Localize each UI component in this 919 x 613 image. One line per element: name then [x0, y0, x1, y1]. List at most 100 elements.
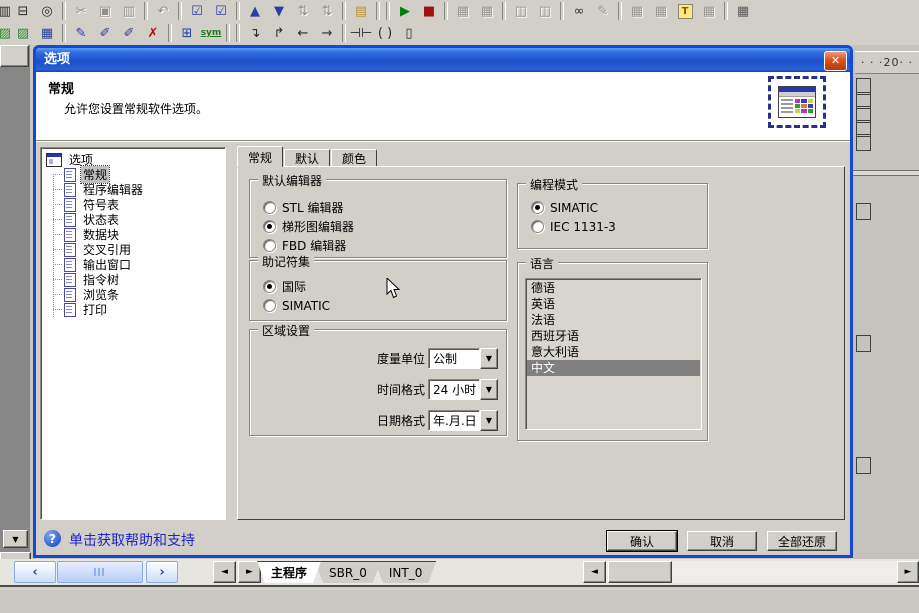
- tree-item-data-block[interactable]: 数据块: [43, 227, 223, 242]
- chart-status-icon[interactable]: ◫: [509, 1, 533, 21]
- compile-all-icon[interactable]: ☑: [209, 1, 233, 21]
- address-filter-icon[interactable]: ⊞: [175, 23, 199, 43]
- table-read-icon[interactable]: ▦: [625, 1, 649, 21]
- combo-dropdown-button[interactable]: ▼: [480, 379, 498, 400]
- partial-green-grid-icon[interactable]: ▨: [0, 23, 11, 43]
- table-force-icon[interactable]: ▦: [697, 1, 721, 21]
- language-listbox[interactable]: 德语 英语 法语 西班牙语 意大利语 中文: [525, 278, 702, 430]
- table-write-icon[interactable]: ▦: [649, 1, 673, 21]
- toolbar: ▥⊟◎✂▣▥↶☑☑▲▼⇅⇅▤▶■▦▦◫◫∞✎▦▦T▦▦ ▨▨▦✎✐✐✗⊞sym↴…: [0, 0, 919, 45]
- radio-stl-editor[interactable]: STL 编辑器: [263, 198, 506, 217]
- combo-dropdown-button[interactable]: ▼: [480, 410, 498, 431]
- editor-hscroll-left-button[interactable]: ◄: [583, 561, 606, 583]
- hscroll-thumb[interactable]: [57, 561, 143, 583]
- options-dialog: 选项 ✕ 常规 允许您设置常规软件选项。 选项: [33, 45, 853, 558]
- delete-network-icon[interactable]: ✗: [141, 23, 165, 43]
- radio-iec-1131-3-mode[interactable]: IEC 1131-3: [531, 217, 707, 236]
- tree-root-options[interactable]: 选项: [43, 152, 223, 167]
- toolbar-button: [168, 24, 172, 42]
- language-option[interactable]: 中文: [527, 360, 700, 376]
- line-right-arrow-icon[interactable]: →: [315, 23, 339, 43]
- radio-simatic-mnemonics[interactable]: SIMATIC: [263, 296, 506, 315]
- tab-default[interactable]: 默认: [284, 149, 330, 167]
- editor-hscroll-right-button[interactable]: ►: [897, 561, 919, 583]
- tree-item-output-window[interactable]: 输出窗口: [43, 257, 223, 272]
- pause-chart-status-icon[interactable]: ◫: [533, 1, 557, 21]
- print-preview-icon[interactable]: ◎: [35, 1, 59, 21]
- radio-ladder-editor[interactable]: 梯形图编辑器: [263, 217, 506, 236]
- sort-ascending-icon[interactable]: ⇅: [291, 1, 315, 21]
- language-option[interactable]: 意大利语: [527, 344, 700, 360]
- network-table-icon[interactable]: ▦: [731, 1, 755, 21]
- partial-left-icon[interactable]: ▥: [0, 1, 11, 21]
- tree-item-print[interactable]: 打印: [43, 302, 223, 317]
- cancel-button[interactable]: 取消: [687, 531, 757, 551]
- combo-box[interactable]: 24 小时 ▼: [428, 379, 498, 400]
- coil-icon[interactable]: ( ): [373, 23, 397, 43]
- confirm-button[interactable]: 确认: [607, 531, 677, 551]
- tab-scroll-left-button[interactable]: ◄: [213, 561, 236, 583]
- stop-icon[interactable]: ■: [417, 1, 441, 21]
- cut-icon[interactable]: ✂: [69, 1, 93, 21]
- tree-item-cross-reference[interactable]: 交叉引用: [43, 242, 223, 257]
- tree-item-status-chart[interactable]: 状态表: [43, 212, 223, 227]
- insert-row-icon[interactable]: ✐: [93, 23, 117, 43]
- language-option[interactable]: 英语: [527, 296, 700, 312]
- editor-hscroll-thumb[interactable]: [608, 561, 672, 583]
- hscroll-right-button[interactable]: ›: [146, 561, 178, 583]
- tab-sbr-0[interactable]: SBR_0: [315, 561, 381, 583]
- tree-item-program-editor[interactable]: 程序编辑器: [43, 182, 223, 197]
- combo-box[interactable]: 公制 ▼: [428, 348, 498, 369]
- paste-icon[interactable]: ▥: [117, 1, 141, 21]
- upload-icon[interactable]: ▲: [243, 1, 267, 21]
- toolbar-button: [144, 2, 148, 20]
- tab-main-program[interactable]: 主程序: [257, 561, 321, 583]
- download-icon[interactable]: ▼: [267, 1, 291, 21]
- bookmark-glasses-icon[interactable]: ∞: [567, 1, 591, 21]
- dialog-titlebar[interactable]: 选项 ✕: [36, 48, 850, 72]
- navigation-scroll-down-button[interactable]: ▼: [3, 530, 28, 548]
- radio-international-mnemonics[interactable]: 国际: [263, 277, 506, 296]
- options-folder-icon[interactable]: ▤: [349, 1, 373, 21]
- hscroll-left-button[interactable]: ‹: [14, 561, 56, 583]
- tree-item-instruction-tree[interactable]: 指令树: [43, 272, 223, 287]
- branch-down-arrow-icon[interactable]: ↴: [243, 23, 267, 43]
- tab-scroll-right-button[interactable]: ►: [238, 561, 261, 583]
- tree-item-browser-bar[interactable]: 浏览条: [43, 287, 223, 302]
- navigation-partial-top-button[interactable]: [0, 45, 29, 67]
- language-option[interactable]: 西班牙语: [527, 328, 700, 344]
- network-grid-icon[interactable]: ▦: [35, 23, 59, 43]
- compile-icon[interactable]: ☑: [185, 1, 209, 21]
- copy-icon[interactable]: ▣: [93, 1, 117, 21]
- radio-simatic-mode[interactable]: SIMATIC: [531, 198, 707, 217]
- symbol-table-icon[interactable]: sym: [199, 23, 223, 43]
- run-icon[interactable]: ▶: [393, 1, 417, 21]
- line-left-arrow-icon[interactable]: ←: [291, 23, 315, 43]
- combo-dropdown-button[interactable]: ▼: [480, 348, 498, 369]
- edit-pen-icon[interactable]: ✎: [591, 1, 615, 21]
- timer-icon[interactable]: T: [673, 1, 697, 21]
- combo-box[interactable]: 年.月.日 ▼: [428, 410, 498, 431]
- help-link[interactable]: 单击获取帮助和支持: [69, 530, 195, 550]
- program-status-icon[interactable]: ▦: [451, 1, 475, 21]
- contact-icon[interactable]: ⊣⊢: [349, 23, 373, 43]
- help-icon[interactable]: ?: [44, 530, 61, 547]
- branch-up-arrow-icon[interactable]: ↱: [267, 23, 291, 43]
- print-icon[interactable]: ⊟: [11, 1, 35, 21]
- tab-color[interactable]: 颜色: [331, 149, 377, 167]
- tree-item-symbol-table[interactable]: 符号表: [43, 197, 223, 212]
- box-instruction-icon[interactable]: ▯: [397, 23, 421, 43]
- language-option[interactable]: 德语: [527, 280, 700, 296]
- sort-descending-icon[interactable]: ⇅: [315, 1, 339, 21]
- language-option[interactable]: 法语: [527, 312, 700, 328]
- close-button[interactable]: ✕: [824, 51, 847, 71]
- insert-network-icon[interactable]: ✎: [69, 23, 93, 43]
- delete-row-icon[interactable]: ✐: [117, 23, 141, 43]
- pause-program-status-icon[interactable]: ▦: [475, 1, 499, 21]
- tab-int-0[interactable]: INT_0: [375, 561, 436, 583]
- restore-all-button[interactable]: 全部还原: [767, 531, 837, 551]
- tab-general[interactable]: 常规: [237, 146, 283, 167]
- tree-item-general[interactable]: 常规: [43, 167, 223, 182]
- ladder-editor-icon[interactable]: ▨: [11, 23, 35, 43]
- undo-icon[interactable]: ↶: [151, 1, 175, 21]
